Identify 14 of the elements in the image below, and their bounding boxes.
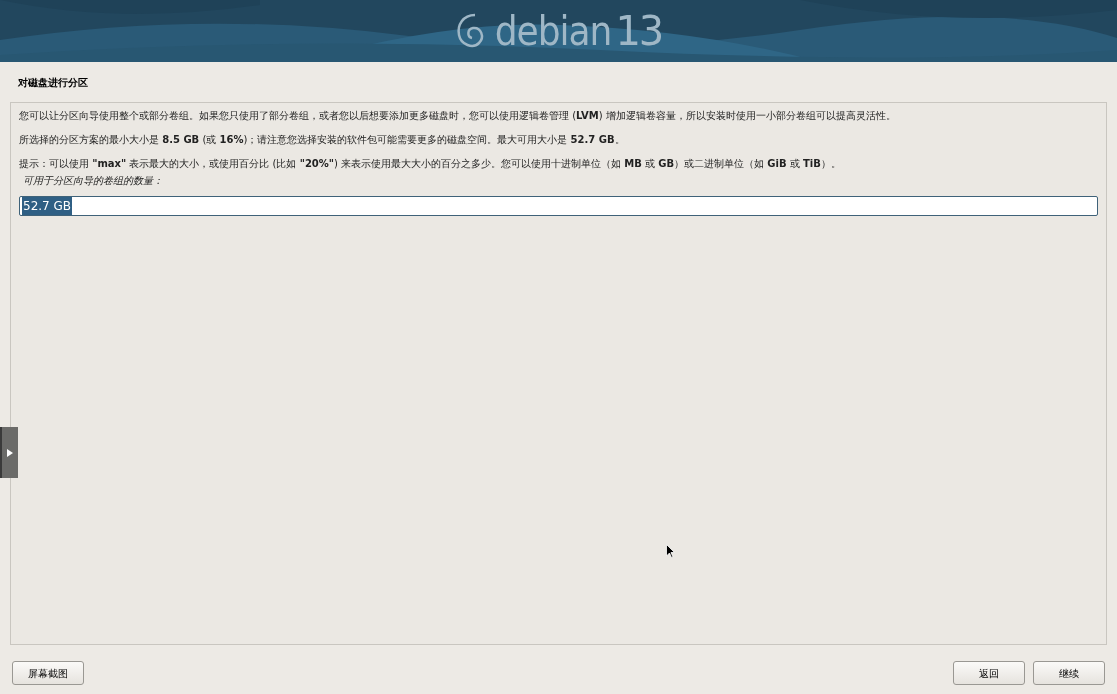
paragraph: 所选择的分区方案的最小大小是 8.5 GB (或 16%)；请注意您选择安装的软件包可能需要更多的磁盘空间。最大可用大小是 52.7 GB。 xyxy=(19,133,626,147)
action-button[interactable]: 返回 xyxy=(953,661,1025,685)
expand-arrow-icon xyxy=(7,448,13,457)
action-button[interactable]: 继续 xyxy=(1033,661,1105,685)
field-label: 可用于分区向导的卷组的数量： xyxy=(23,174,164,188)
side-panel-tab[interactable] xyxy=(0,427,18,478)
version-text: 13 xyxy=(615,11,663,51)
paragraph: 您可以让分区向导使用整个或部分卷组。如果您只使用了部分卷组，或者您以后想要添加更多磁盘时，您可以使用逻辑卷管理 (LVM) 增加逻辑卷容量，所以安装时使用一小部分卷组可以提高灵活性。 xyxy=(19,109,897,123)
input-field[interactable]: 52.7 GB xyxy=(19,196,1098,216)
logo-text: debian xyxy=(494,11,612,51)
mouse-pointer-icon xyxy=(666,544,675,558)
action-button[interactable]: 屏幕截图 xyxy=(12,661,84,685)
page-title: 对磁盘进行分区 xyxy=(17,76,89,90)
paragraph: 提示：可以使用 "max" 表示最大的大小，或使用百分比 (比如 "20%") 来表示使用最大大小的百分之多少。您可以使用十进制单位（如 MB 或 GB）或二进制单位（如 GiB 或 TiB）。 xyxy=(19,157,842,171)
